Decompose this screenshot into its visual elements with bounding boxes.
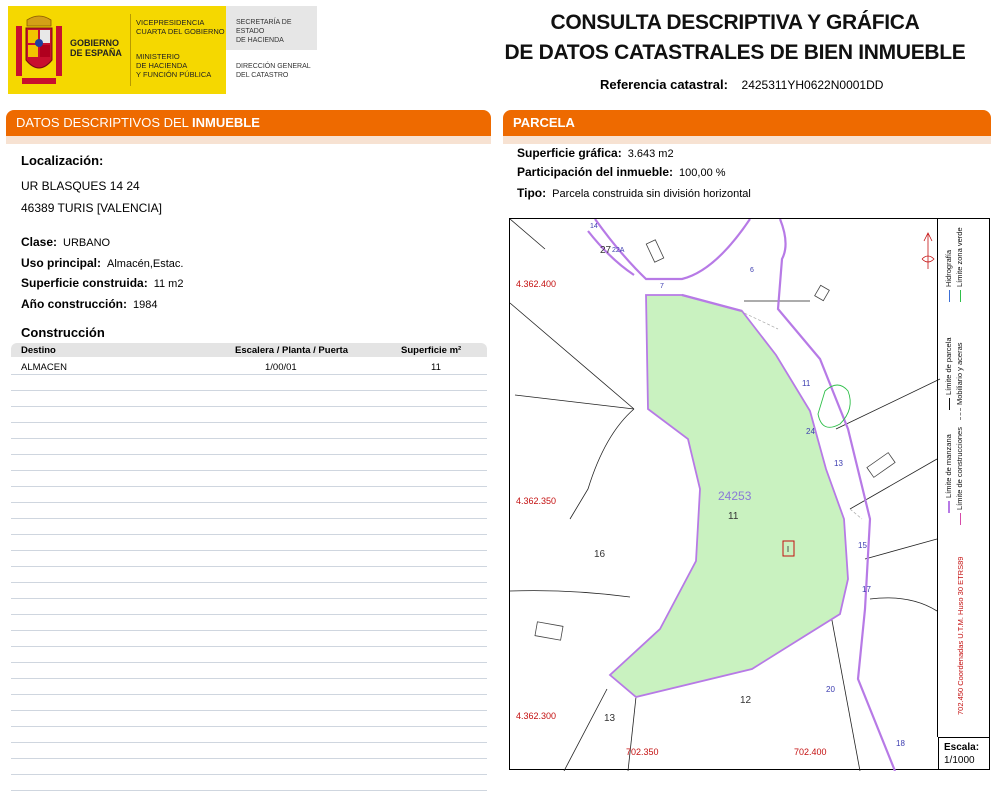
table-rule — [11, 790, 487, 791]
cell-escalera: 1/00/01 — [265, 362, 297, 373]
referencia-catastral: Referencia catastral: 2425311YH0622N0001… — [600, 77, 883, 92]
y-coord-label: 4.362.300 — [516, 711, 557, 721]
participacion-field: Participación del inmueble: 100,00 % — [517, 165, 726, 179]
cell-destino: ALMACEN — [21, 362, 67, 373]
superficie-construida-field: Superficie construida: 11 m2 — [21, 276, 184, 290]
table-rule — [11, 518, 487, 519]
clase-field: Clase: URBANO — [21, 235, 111, 249]
street-number: 6 — [750, 267, 754, 274]
legend-limite-manzana: Límite de manzana — [944, 434, 953, 513]
scale-box: Escala: 1/1000 — [938, 737, 989, 769]
gobierno-label: GOBIERNO DE ESPAÑA — [70, 38, 122, 58]
legend-mobiliario: Mobiliario y aceras — [955, 342, 964, 420]
cell-superficie: 11 — [431, 362, 441, 373]
table-rule — [11, 742, 487, 743]
street-number: 14 — [590, 223, 598, 230]
scale-value: 1/1000 — [944, 755, 975, 766]
ref-label: Referencia catastral: — [600, 77, 728, 92]
table-rule — [11, 406, 487, 407]
table-rule — [11, 486, 487, 487]
ref-value: 2425311YH0622N0001DD — [741, 78, 884, 92]
coords-note: 702.450 Coordenadas U.T.M. Huso 30 ETRS8… — [956, 556, 965, 715]
table-rule — [11, 646, 487, 647]
street-number: 22A — [612, 247, 625, 254]
section-bar-shadow — [503, 136, 991, 144]
y-coord-label: 4.362.350 — [516, 496, 557, 506]
x-coord-label: 702.400 — [794, 747, 827, 757]
government-logo: GOBIERNO DE ESPAÑA VICEPRESIDENCIA CUART… — [8, 6, 226, 94]
section-bar-shadow — [6, 136, 491, 144]
table-rule — [11, 598, 487, 599]
table-rule — [11, 662, 487, 663]
street-number: 15 — [858, 541, 867, 550]
secretaria-label: SECRETARÍA DE ESTADO DE HACIENDA — [236, 19, 292, 44]
table-rule — [11, 726, 487, 727]
table-rule — [11, 550, 487, 551]
neighbor-label: 13 — [604, 713, 616, 724]
table-rule — [11, 454, 487, 455]
address-line2: 46389 TURIS [VALENCIA] — [21, 201, 162, 215]
table-rule — [11, 470, 487, 471]
section-bar-datos: DATOS DESCRIPTIVOS DEL INMUEBLE — [6, 110, 491, 136]
coat-of-arms-icon — [16, 15, 62, 84]
street-number: 24 — [806, 427, 815, 436]
table-row: ALMACEN 1/00/01 11 — [11, 360, 487, 374]
street-number: 13 — [834, 459, 843, 468]
tipo-field: Tipo: Parcela construida sin división hor… — [517, 186, 751, 200]
legend-limite-construcciones: Límite de construcciones — [955, 427, 964, 525]
section-bar-parcela: PARCELA — [503, 110, 991, 136]
table-rule — [11, 582, 487, 583]
table-rule — [11, 502, 487, 503]
col-superficie: Superficie m² — [401, 345, 462, 356]
secretaria-block: SECRETARÍA DE ESTADO DE HACIENDA — [226, 6, 317, 50]
table-rule — [11, 566, 487, 567]
localizacion-label: Localización: — [21, 153, 104, 168]
direccion-label: DIRECCIÓN GENERAL DEL CATASTRO — [236, 63, 311, 79]
uso-principal-field: Uso principal: Almacén,Estac. — [21, 256, 184, 270]
street-number: 7 — [660, 283, 664, 290]
street-number: 11 — [802, 379, 811, 388]
ministerio-label: MINISTERIO DE HACIENDA Y FUNCIÓN PÚBLICA — [136, 52, 212, 79]
construccion-table-header: Destino Escalera / Planta / Puerta Super… — [11, 343, 487, 357]
table-rule — [11, 614, 487, 615]
street-number: 20 — [826, 685, 835, 694]
anio-construccion-field: Año construcción: 1984 — [21, 297, 158, 311]
col-escalera: Escalera / Planta / Puerta — [235, 345, 349, 356]
scale-label: Escala: — [944, 742, 980, 753]
neighbor-label: 27 — [600, 245, 612, 256]
table-rule — [11, 758, 487, 759]
parcel-ref-label: 24253 — [718, 489, 752, 503]
neighbor-label: 12 — [740, 695, 752, 706]
vicepresidencia-label: VICEPRESIDENCIA CUARTA DEL GOBIERNO — [136, 18, 225, 36]
x-coord-label: 702.350 — [626, 747, 659, 757]
logo-divider — [130, 14, 131, 86]
table-rule — [11, 774, 487, 775]
neighbor-label: 16 — [594, 549, 606, 560]
construccion-label: Construcción — [21, 325, 105, 340]
table-rule — [11, 422, 487, 423]
page-title: CONSULTA DESCRIPTIVA Y GRÁFICA DE DATOS … — [504, 11, 966, 64]
legend-limite-parcela: Límite de parcela — [944, 337, 953, 410]
address-line1: UR BLASQUES 14 24 — [21, 179, 140, 193]
legend-zona-verde: Límite zona verde — [955, 227, 964, 302]
table-rule — [11, 694, 487, 695]
parcel-number-label: 11 — [728, 511, 739, 522]
table-rule — [11, 374, 487, 375]
y-coord-label: 4.362.400 — [516, 279, 557, 289]
table-rule — [11, 438, 487, 439]
street-number: 17 — [862, 585, 871, 594]
street-number: 18 — [896, 739, 905, 748]
col-destino: Destino — [21, 345, 56, 356]
table-rule — [11, 710, 487, 711]
table-rule — [11, 534, 487, 535]
table-rule — [11, 630, 487, 631]
legend-hidrografia: Hidrografía — [944, 250, 953, 302]
table-rule — [11, 678, 487, 679]
superficie-grafica-field: Superficie gráfica: 3.643 m2 — [517, 146, 674, 160]
table-rule — [11, 390, 487, 391]
cadastral-map[interactable]: 4.362.400 4.362.350 4.362.300 702.350 70… — [509, 218, 990, 771]
legend-divider — [937, 219, 938, 737]
